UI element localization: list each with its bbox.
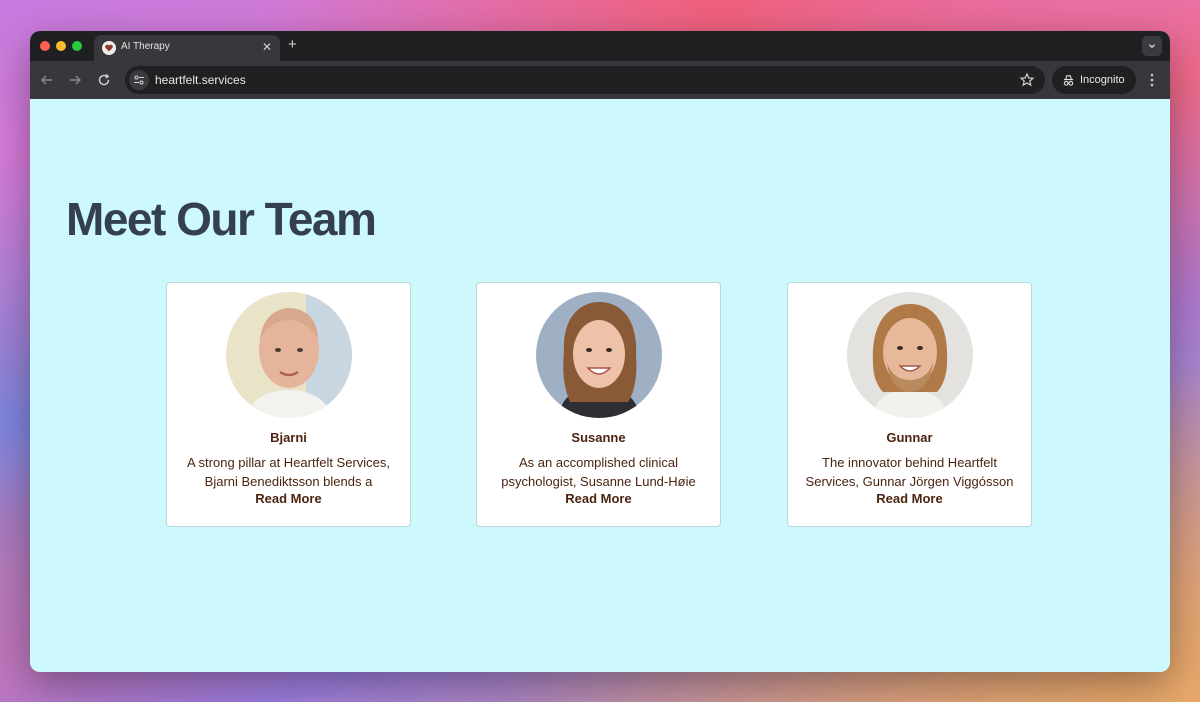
member-bio: A strong pillar at Heartfelt Services, B… (186, 455, 391, 489)
read-more-link[interactable]: Read More (167, 491, 410, 506)
team-card-bjarni: Bjarni A strong pillar at Heartfelt Serv… (166, 282, 411, 527)
address-bar[interactable]: heartfelt.services (125, 66, 1045, 94)
star-icon[interactable] (1019, 72, 1035, 88)
incognito-icon (1063, 74, 1074, 86)
browser-window: AI Therapy ✕ + heartfelt.services Incogn… (30, 31, 1170, 672)
new-tab-button[interactable]: + (288, 37, 297, 53)
page-content: Meet Our Team Bjarni A strong pillar at … (30, 99, 1170, 672)
team-card-gunnar: Gunnar The innovator behind Heartfelt Se… (787, 282, 1032, 527)
close-window-button[interactable] (40, 41, 50, 51)
tab-title: AI Therapy (121, 41, 170, 52)
forward-icon (70, 75, 81, 85)
chevron-down-icon (1149, 44, 1155, 49)
tab-close-button[interactable]: ✕ (262, 40, 272, 54)
tab-strip: AI Therapy ✕ + (30, 31, 1170, 61)
tab-search-button[interactable] (1142, 36, 1162, 56)
site-info-button[interactable] (129, 70, 149, 90)
member-name: Bjarni (270, 430, 307, 445)
incognito-indicator[interactable]: Incognito (1052, 66, 1136, 94)
browser-toolbar: heartfelt.services Incognito (30, 61, 1170, 99)
more-icon (1150, 73, 1154, 87)
member-name: Susanne (571, 430, 626, 445)
back-button[interactable] (38, 71, 56, 89)
forward-button[interactable] (66, 71, 84, 89)
tab-ai-therapy[interactable]: AI Therapy ✕ (94, 35, 280, 61)
reload-icon (98, 73, 110, 86)
member-bio: As an accomplished clinical psychologist… (501, 455, 696, 489)
member-name: Gunnar (886, 430, 933, 445)
read-more-link[interactable]: Read More (788, 491, 1031, 506)
avatar-bjarni (226, 292, 352, 418)
favicon-icon (102, 41, 116, 55)
maximize-window-button[interactable] (72, 41, 82, 51)
team-card-susanne: Susanne As an accomplished clinical psyc… (476, 282, 721, 527)
avatar-susanne (536, 292, 662, 418)
url-text[interactable]: heartfelt.services (155, 73, 246, 87)
avatar-gunnar (847, 292, 973, 418)
minimize-window-button[interactable] (56, 41, 66, 51)
site-info-icon (134, 75, 144, 85)
browser-menu-button[interactable] (1144, 71, 1160, 89)
incognito-label: Incognito (1080, 74, 1125, 86)
back-icon (41, 75, 52, 85)
page-title: Meet Our Team (66, 193, 377, 245)
reload-button[interactable] (95, 71, 113, 89)
read-more-link[interactable]: Read More (477, 491, 720, 506)
member-bio: The innovator behind Heartfelt Services,… (805, 455, 1014, 489)
